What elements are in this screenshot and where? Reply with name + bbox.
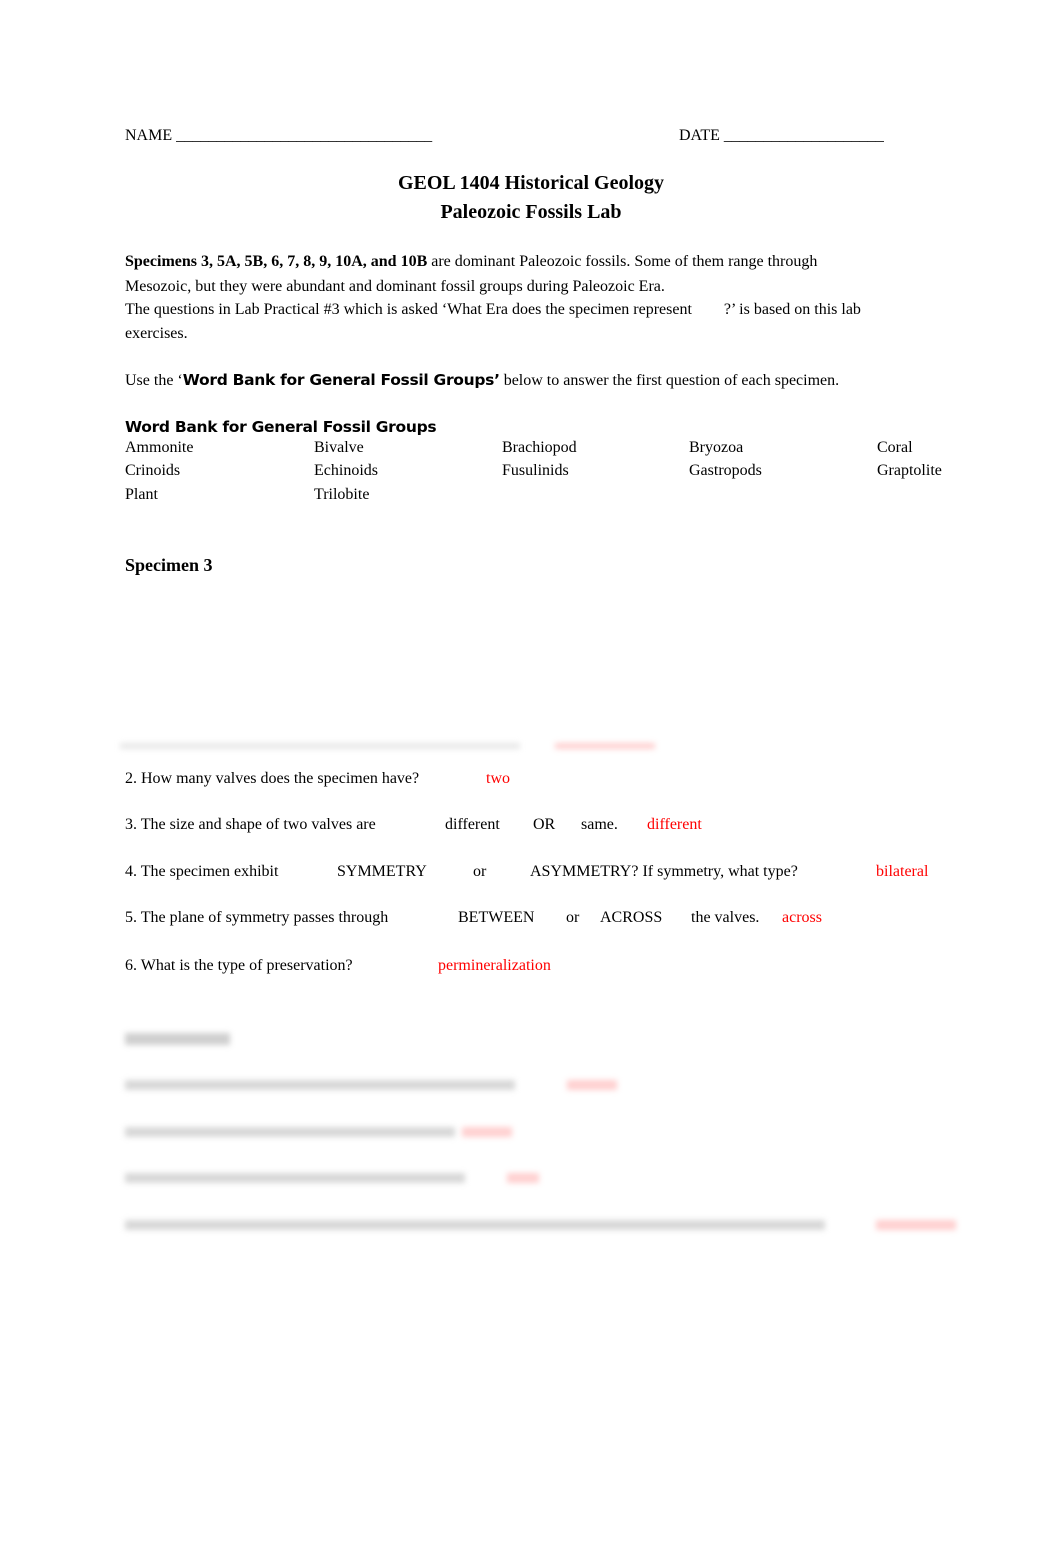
- instruction-bold: Word Bank for General Fossil Groups’: [182, 371, 500, 389]
- blurred-line: [125, 1080, 515, 1090]
- name-field[interactable]: NAME ________________________________: [125, 127, 432, 145]
- word-bank-heading: Word Bank for General Fossil Groups: [125, 418, 437, 436]
- blurred-question-1: [120, 743, 520, 749]
- option-between[interactable]: BETWEEN: [458, 909, 534, 927]
- option-across[interactable]: ACROSS: [600, 909, 662, 927]
- answer[interactable]: bilateral: [876, 863, 928, 881]
- question-text: 4. The specimen exhibit: [125, 863, 279, 880]
- word-bank-item: Bivalve: [314, 439, 364, 456]
- instruction-suffix: below to answer the first question of ea…: [499, 372, 840, 389]
- question-text: 3. The size and shape of two valves are: [125, 816, 376, 833]
- answer[interactable]: across: [782, 909, 822, 927]
- question-text: 5. The plane of symmetry passes through: [125, 909, 389, 926]
- document-title: GEOL 1404 Historical Geology: [397, 172, 665, 194]
- date-label: DATE: [679, 127, 720, 144]
- name-blank[interactable]: ________________________________: [176, 127, 432, 144]
- word-bank-item: Crinoids: [125, 462, 181, 479]
- intro-line-1: Specimens 3, 5A, 5B, 6, 7, 8, 9, 10A, an…: [125, 253, 817, 271]
- word-bank-item: Gastropods: [689, 462, 762, 479]
- intro-specimens-bold: Specimens 3, 5A, 5B, 6, 7, 8, 9, 10A, an…: [125, 253, 428, 270]
- blurred-answer: [876, 1220, 956, 1230]
- option-suffix: the valves.: [691, 909, 760, 926]
- word-bank-item: Plant: [125, 486, 158, 503]
- blurred-answer: [507, 1173, 539, 1183]
- intro-line-4: exercises.: [125, 325, 188, 342]
- word-bank-item: Echinoids: [314, 462, 378, 479]
- blurred-heading: [125, 1033, 230, 1045]
- document-subtitle: Paleozoic Fossils Lab: [440, 201, 622, 223]
- option-or: OR: [533, 816, 556, 833]
- intro-line-3: The questions in Lab Practical #3 which …: [125, 301, 861, 318]
- word-bank-item: Coral: [877, 439, 913, 456]
- blurred-answer: [462, 1127, 512, 1137]
- option-or: or: [473, 863, 487, 880]
- blurred-answer: [567, 1080, 617, 1090]
- option-different[interactable]: different: [445, 816, 500, 834]
- date-blank[interactable]: ____________________: [724, 127, 884, 144]
- question-text: 2. How many valves does the specimen hav…: [125, 770, 420, 787]
- date-field[interactable]: DATE ____________________: [679, 127, 884, 145]
- option-asymmetry[interactable]: ASYMMETRY? If symmetry, what type?: [530, 863, 798, 881]
- intro-line-1-rest: are dominant Paleozoic fossils. Some of …: [427, 253, 818, 270]
- answer[interactable]: permineralization: [438, 957, 551, 975]
- answer[interactable]: two: [486, 770, 510, 788]
- name-label: NAME: [125, 127, 173, 144]
- specimen-3-heading: Specimen 3: [125, 555, 213, 575]
- option-symmetry[interactable]: SYMMETRY: [337, 863, 427, 881]
- blurred-line: [125, 1173, 465, 1183]
- blurred-line: [125, 1220, 825, 1230]
- instruction-prefix: Use the ‘: [125, 372, 183, 389]
- answer[interactable]: different: [647, 816, 702, 834]
- blurred-answer-1: [555, 743, 655, 749]
- word-bank-instruction: Use the ‘Word Bank for General Fossil Gr…: [125, 371, 839, 390]
- blurred-line: [125, 1127, 455, 1137]
- word-bank-item: Graptolite: [877, 462, 942, 479]
- word-bank-item: Ammonite: [125, 439, 194, 456]
- word-bank-item: Bryozoa: [689, 439, 744, 456]
- option-or: or: [566, 909, 580, 926]
- question-text: 6. What is the type of preservation?: [125, 957, 353, 974]
- word-bank-item: Trilobite: [314, 486, 370, 503]
- intro-line-2: Mesozoic, but they were abundant and dom…: [125, 278, 665, 295]
- word-bank-item: Brachiopod: [502, 439, 577, 456]
- option-same[interactable]: same.: [581, 816, 618, 834]
- word-bank-item: Fusulinids: [502, 462, 569, 479]
